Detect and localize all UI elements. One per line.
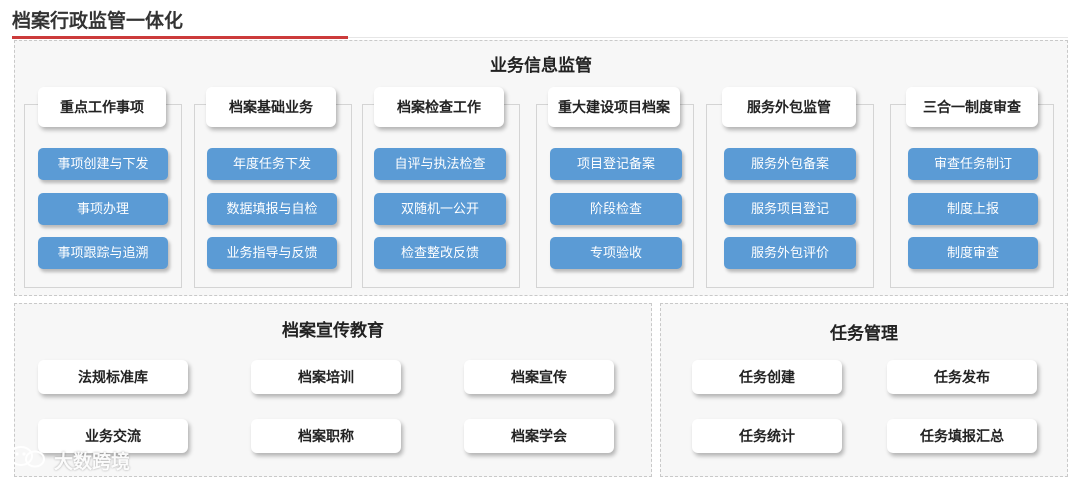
item-archive-title[interactable]: 档案职称 bbox=[251, 419, 401, 453]
group-title-key-work: 重点工作事项 bbox=[38, 87, 166, 127]
item-task-publish[interactable]: 任务发布 bbox=[887, 360, 1037, 394]
group-title-basic-business: 档案基础业务 bbox=[206, 87, 336, 127]
item-archive-society[interactable]: 档案学会 bbox=[464, 419, 614, 453]
group-title-major-project: 重大建设项目档案 bbox=[548, 87, 680, 127]
page-title: 档案行政监管一体化 bbox=[12, 11, 184, 32]
item-regulation-library[interactable]: 法规标准库 bbox=[38, 360, 188, 394]
watermark-text: 大数跨境 bbox=[54, 451, 131, 473]
item-stage-inspection[interactable]: 阶段检查 bbox=[550, 193, 682, 225]
item-archive-training[interactable]: 档案培训 bbox=[251, 360, 401, 394]
watermark: 大数跨境 bbox=[8, 446, 130, 474]
item-task-handling[interactable]: 事项办理 bbox=[38, 193, 168, 225]
item-service-project-registration[interactable]: 服务项目登记 bbox=[724, 193, 856, 225]
wechat-logo-icon bbox=[8, 444, 50, 476]
group-title-institution-review: 三合一制度审查 bbox=[906, 87, 1038, 127]
item-task-create[interactable]: 任务创建 bbox=[692, 360, 842, 394]
item-task-tracking[interactable]: 事项跟踪与追溯 bbox=[38, 237, 168, 269]
item-project-registration[interactable]: 项目登记备案 bbox=[550, 148, 682, 180]
title-divider bbox=[348, 37, 1068, 38]
item-double-random[interactable]: 双随机一公开 bbox=[374, 193, 506, 225]
item-annual-task-dispatch[interactable]: 年度任务下发 bbox=[207, 148, 337, 180]
item-outsourcing-filing[interactable]: 服务外包备案 bbox=[724, 148, 856, 180]
item-institution-review[interactable]: 制度审查 bbox=[908, 237, 1038, 269]
title-underline bbox=[12, 36, 348, 39]
item-outsourcing-evaluation[interactable]: 服务外包评价 bbox=[724, 237, 856, 269]
item-task-report-summary[interactable]: 任务填报汇总 bbox=[887, 419, 1037, 453]
item-archive-publicity[interactable]: 档案宣传 bbox=[464, 360, 614, 394]
item-guidance-feedback[interactable]: 业务指导与反馈 bbox=[207, 237, 337, 269]
item-self-eval-inspection[interactable]: 自评与执法检查 bbox=[374, 148, 506, 180]
item-special-acceptance[interactable]: 专项验收 bbox=[550, 237, 682, 269]
item-review-task-setting[interactable]: 审查任务制订 bbox=[908, 148, 1038, 180]
group-title-inspection: 档案检查工作 bbox=[374, 87, 504, 127]
item-data-report-selfcheck[interactable]: 数据填报与自检 bbox=[207, 193, 337, 225]
group-title-outsourcing: 服务外包监管 bbox=[722, 87, 856, 127]
item-task-statistics[interactable]: 任务统计 bbox=[692, 419, 842, 453]
task-panel-title: 任务管理 bbox=[830, 324, 898, 343]
item-institution-submit[interactable]: 制度上报 bbox=[908, 193, 1038, 225]
item-task-create-dispatch[interactable]: 事项创建与下发 bbox=[38, 148, 168, 180]
item-inspection-rectify[interactable]: 检查整改反馈 bbox=[374, 237, 506, 269]
education-panel-title: 档案宣传教育 bbox=[282, 321, 384, 340]
business-info-panel-title: 业务信息监管 bbox=[490, 56, 592, 75]
